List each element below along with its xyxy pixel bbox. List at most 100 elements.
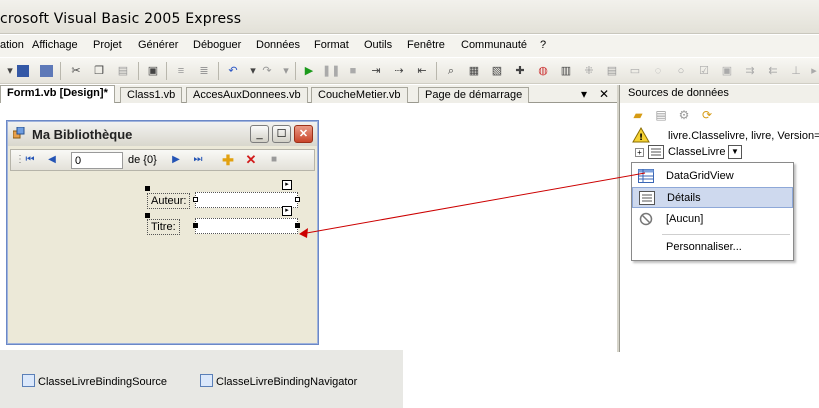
- uncomment-icon[interactable]: ≣: [196, 63, 212, 79]
- move-last-icon[interactable]: ⏭: [191, 153, 205, 167]
- save-icon[interactable]: [17, 65, 29, 77]
- menu-item-personnaliser[interactable]: Personnaliser...: [632, 237, 793, 258]
- expand-icon[interactable]: +: [635, 148, 644, 157]
- delete-icon[interactable]: ✕: [244, 153, 258, 167]
- add-data-source-icon[interactable]: ▰: [630, 107, 646, 123]
- control-type-menu: DataGridView Détails [Aucun] Personnalis…: [631, 162, 794, 261]
- image-icon[interactable]: ▭: [627, 63, 643, 79]
- none-icon: [639, 212, 653, 226]
- save-all-icon[interactable]: [40, 65, 53, 77]
- author-label[interactable]: Auteur:: [147, 193, 191, 209]
- comment-icon[interactable]: ≡: [173, 63, 189, 79]
- indent-icon[interactable]: ⇉: [742, 63, 758, 79]
- smart-tag-icon[interactable]: ▸: [282, 180, 292, 190]
- menu-item-edition[interactable]: ation: [0, 39, 24, 51]
- move-next-icon[interactable]: ▶: [169, 153, 183, 167]
- outdent-icon[interactable]: ⇇: [765, 63, 781, 79]
- designed-form[interactable]: Ma Bibliothèque _ ☐ ✕ ⋮ ⏮ ◀ de {0} ▶ ⏭ ✚…: [6, 120, 319, 345]
- configure-icon[interactable]: ⚙: [676, 107, 692, 123]
- print-preview-icon[interactable]: ▣: [145, 63, 161, 79]
- pause-icon[interactable]: ❚❚: [322, 63, 340, 79]
- checkbox-icon[interactable]: ☑: [696, 63, 712, 79]
- window-icon[interactable]: ▣: [719, 63, 735, 79]
- warning-icon: !: [632, 127, 650, 143]
- add-new-icon[interactable]: ✚: [221, 153, 235, 167]
- menu-item-format[interactable]: Format: [314, 39, 349, 51]
- tab-couche-metier[interactable]: CoucheMetier.vb: [311, 87, 408, 103]
- cut-icon[interactable]: ✂: [68, 63, 84, 79]
- undo-icon[interactable]: ↶: [225, 63, 241, 79]
- menu-item-communaute[interactable]: Communauté: [461, 39, 527, 51]
- tree-node-classelivre[interactable]: ClasseLivre: [668, 146, 725, 158]
- title-bar: crosoft Visual Basic 2005 Express: [0, 0, 819, 34]
- save-data-icon[interactable]: ■: [267, 153, 281, 167]
- data-sources-icon[interactable]: ▥: [558, 63, 574, 79]
- refresh-icon[interactable]: ⟳: [699, 107, 715, 123]
- layout-icon[interactable]: ▤: [604, 63, 620, 79]
- component-tray: ClasseLivreBindingSource ClasseLivreBind…: [0, 350, 403, 408]
- menu-item-deboguer[interactable]: Déboguer: [193, 39, 241, 51]
- tree-node-root[interactable]: livre.Classelivre, livre, Version=: [668, 130, 819, 142]
- menu-item-help[interactable]: ?: [540, 39, 546, 51]
- copy-icon[interactable]: ❐: [91, 63, 107, 79]
- dropdown-icon[interactable]: ▼: [728, 145, 742, 159]
- tab-class1[interactable]: Class1.vb: [120, 87, 183, 103]
- start-debug-icon[interactable]: ▶: [301, 63, 317, 79]
- close-icon[interactable]: ✕: [294, 125, 313, 143]
- form-title: Ma Bibliothèque: [32, 127, 133, 142]
- binding-navigator-icon: [200, 374, 213, 387]
- toolbox-icon[interactable]: ✚: [512, 63, 528, 79]
- solution-explorer-icon[interactable]: ▦: [466, 63, 482, 79]
- position-input[interactable]: [71, 152, 123, 169]
- move-first-icon[interactable]: ⏮: [23, 153, 37, 167]
- title-label[interactable]: Titre:: [147, 219, 180, 235]
- step-into-icon[interactable]: ⇥: [368, 63, 384, 79]
- menu-item-details[interactable]: Détails: [632, 187, 793, 208]
- menu-item-outils[interactable]: Outils: [364, 39, 392, 51]
- count-label: de {0}: [128, 154, 157, 166]
- tab-acces-aux-donnees[interactable]: AccesAuxDonnees.vb: [186, 87, 308, 103]
- menu-item-fenetre[interactable]: Fenêtre: [407, 39, 445, 51]
- stop-icon[interactable]: ■: [345, 63, 361, 79]
- find-icon[interactable]: ⌕: [443, 63, 459, 79]
- standard-toolbar: ▾ ✂ ❐ ▤ ▣ ≡ ≣ ↶ ▾ ↷ ▾ ▶ ❚❚ ■ ⇥ ⇢ ⇤ ⌕ ▦ ▧…: [0, 58, 819, 84]
- menu-item-aucun[interactable]: [Aucun]: [632, 209, 793, 230]
- circle-icon[interactable]: ○: [673, 63, 689, 79]
- step-over-icon[interactable]: ⇢: [391, 63, 407, 79]
- menu-item-datagridview[interactable]: DataGridView: [632, 166, 793, 187]
- move-previous-icon[interactable]: ◀: [45, 153, 59, 167]
- edit-dataset-icon[interactable]: ▤: [653, 107, 669, 123]
- menu-item-generer[interactable]: Générer: [138, 39, 178, 51]
- menu-item-affichage[interactable]: Affichage: [32, 39, 78, 51]
- pin-icon[interactable]: ⊥: [788, 63, 804, 79]
- tray-item-binding-source[interactable]: ClasseLivreBindingSource: [22, 374, 167, 388]
- link-icon[interactable]: ◌: [650, 63, 666, 79]
- window-title: crosoft Visual Basic 2005 Express: [0, 11, 242, 27]
- paste-icon[interactable]: ▤: [115, 63, 131, 79]
- minimize-icon[interactable]: _: [250, 125, 269, 143]
- maximize-icon[interactable]: ☐: [272, 125, 291, 143]
- redo-icon[interactable]: ↷: [259, 63, 275, 79]
- smart-tag-icon[interactable]: ▸: [282, 206, 292, 216]
- object-browser-icon[interactable]: ◍: [535, 63, 551, 79]
- menu-item-donnees[interactable]: Données: [256, 39, 300, 51]
- panel-title: Sources de données: [620, 85, 819, 103]
- redo-dropdown-icon[interactable]: ▾: [278, 63, 294, 79]
- more-icon[interactable]: ▸: [806, 63, 819, 79]
- step-out-icon[interactable]: ⇤: [414, 63, 430, 79]
- tab-page-demarrage[interactable]: Page de démarrage: [418, 87, 530, 103]
- tab-form1-design[interactable]: Form1.vb [Design]*: [0, 85, 115, 103]
- designer-surface: Ma Bibliothèque _ ☐ ✕ ⋮ ⏮ ◀ de {0} ▶ ⏭ ✚…: [0, 104, 617, 350]
- tab-list-dropdown-icon[interactable]: ▾: [581, 87, 587, 101]
- properties-icon[interactable]: ▧: [489, 63, 505, 79]
- dropdown-arrow-icon[interactable]: ▾: [2, 63, 18, 79]
- align-grid-icon[interactable]: ⁜: [581, 63, 597, 79]
- tray-item-binding-navigator[interactable]: ClasseLivreBindingNavigator: [200, 374, 357, 388]
- details-icon: [639, 191, 655, 205]
- binding-navigator: ⋮ ⏮ ◀ de {0} ▶ ⏭ ✚ ✕ ■: [10, 149, 315, 171]
- menu-item-projet[interactable]: Projet: [93, 39, 122, 51]
- title-textbox[interactable]: [195, 218, 298, 234]
- form-icon: [13, 127, 25, 139]
- close-tab-icon[interactable]: ✕: [599, 87, 609, 101]
- binding-source-icon: [22, 374, 35, 387]
